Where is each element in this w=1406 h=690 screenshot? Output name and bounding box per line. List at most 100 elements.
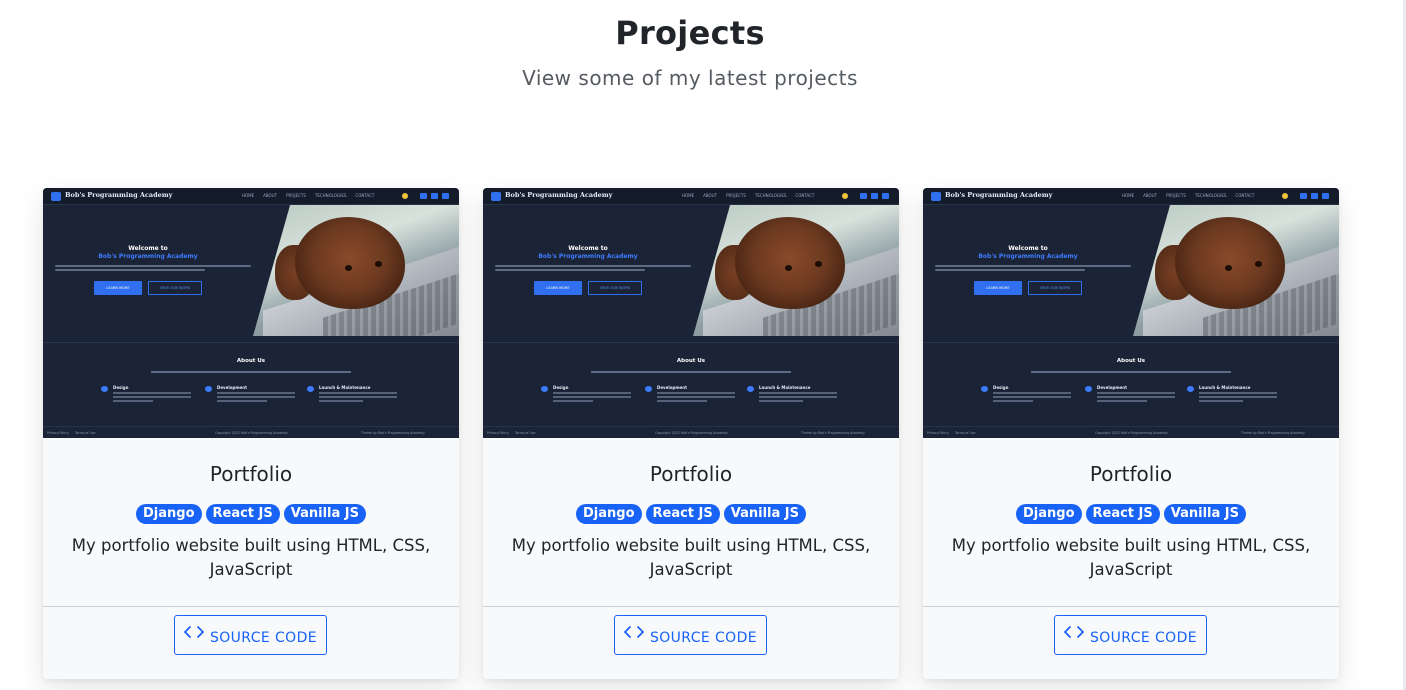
thumbnail-nav-link: TECHNOLOGIES [1194, 193, 1227, 198]
dog-laptop-photo [253, 205, 459, 336]
instagram-icon [1322, 193, 1329, 199]
card-divider [923, 606, 1339, 607]
project-title: Portfolio [649, 462, 733, 486]
thumbnail-nav-link: ABOUT [1143, 193, 1158, 198]
tech-badges: Django React JS Vanilla JS [923, 504, 1339, 524]
project-card: Bob's Programming Academy HOME ABOUT PRO… [923, 188, 1339, 679]
thumbnail-welcome-name: Bob's Programming Academy [978, 253, 1078, 260]
thumbnail-text-lines [935, 265, 1131, 273]
thumbnail-learn-more: LEARN MORE [94, 281, 142, 295]
thumbnail-brand: Bob's Programming Academy [945, 191, 1053, 199]
tech-badge: Django [135, 504, 202, 524]
thumbnail-learn-more: LEARN MORE [534, 281, 582, 295]
card-divider [43, 606, 459, 607]
palette-icon [981, 386, 988, 392]
tech-badge: React JS [645, 504, 720, 524]
source-code-button[interactable]: SOURCE CODE [614, 615, 767, 655]
source-code-label: SOURCE CODE [209, 629, 318, 646]
card-divider [483, 606, 899, 607]
thumbnail-learn-more: LEARN MORE [974, 281, 1022, 295]
thumbnail-nav-link: CONTACT [355, 193, 375, 198]
thumbnail-welcome: Welcome to [1008, 245, 1048, 252]
thumbnail-navbar: Bob's Programming Academy HOME ABOUT PRO… [43, 188, 459, 205]
thumbnail-nav-link: PROJECTS [726, 193, 746, 198]
thumbnail-logo-icon [51, 192, 61, 201]
project-title: Portfolio [1089, 462, 1173, 486]
palette-icon [541, 386, 548, 392]
project-thumbnail[interactable]: Bob's Programming Academy HOME ABOUT PRO… [483, 188, 899, 438]
thumbnail-nav-link: CONTACT [1235, 193, 1255, 198]
thumbnail-nav-link: HOME [242, 193, 255, 198]
thumbnail-nav-link: HOME [1122, 193, 1135, 198]
thumbnail-view-work: VIEW OUR WORK [148, 281, 202, 295]
thumbnail-footer: Privacy Policy Terms of Use Copyright 20… [483, 426, 899, 438]
tech-badge: Vanilla JS [283, 504, 366, 524]
thumbnail-welcome: Welcome to [128, 245, 168, 252]
instagram-icon [882, 193, 889, 199]
thumbnail-logo-icon [491, 192, 501, 201]
linkedin-icon [871, 193, 878, 199]
youtube-icon [1300, 193, 1307, 199]
tech-badge: Vanilla JS [723, 504, 806, 524]
code-icon [1085, 386, 1092, 392]
instagram-icon [442, 193, 449, 199]
thumbnail-nav-link: CONTACT [795, 193, 815, 198]
thumbnail-nav-link: PROJECTS [1166, 193, 1186, 198]
thumbnail-about-title: About Us [236, 358, 266, 364]
code-icon [205, 386, 212, 392]
tech-badge: Django [575, 504, 642, 524]
sun-icon [842, 193, 848, 199]
project-card: Bob's Programming Academy HOME ABOUT PRO… [43, 188, 459, 679]
thumbnail-welcome-name: Bob's Programming Academy [538, 253, 638, 260]
thumbnail-logo-icon [931, 192, 941, 201]
source-code-button[interactable]: SOURCE CODE [174, 615, 327, 655]
thumbnail-welcome-name: Bob's Programming Academy [98, 253, 198, 260]
tech-badge: Django [1015, 504, 1082, 524]
thumbnail-footer: Privacy Policy Terms of Use Copyright 20… [923, 426, 1339, 438]
thumbnail-nav-link: HOME [682, 193, 695, 198]
gear-icon [307, 386, 314, 392]
thumbnail-nav-link: ABOUT [263, 193, 278, 198]
gear-icon [747, 386, 754, 392]
thumbnail-brand: Bob's Programming Academy [65, 191, 173, 199]
sun-icon [402, 193, 408, 199]
thumbnail-footer: Privacy Policy Terms of Use Copyright 20… [43, 426, 459, 438]
thumbnail-nav-link: ABOUT [703, 193, 718, 198]
thumbnail-navbar: Bob's Programming Academy HOME ABOUT PRO… [923, 188, 1339, 205]
source-code-button[interactable]: SOURCE CODE [1054, 615, 1207, 655]
thumbnail-text-lines [55, 265, 251, 273]
project-description: My portfolio website built using HTML, C… [511, 536, 871, 579]
source-code-label: SOURCE CODE [1089, 629, 1198, 646]
tech-badge: Vanilla JS [1163, 504, 1246, 524]
project-thumbnail[interactable]: Bob's Programming Academy HOME ABOUT PRO… [43, 188, 459, 438]
palette-icon [101, 386, 108, 392]
code-icon [645, 386, 652, 392]
sun-icon [1282, 193, 1288, 199]
source-code-label: SOURCE CODE [649, 629, 758, 646]
thumbnail-view-work: VIEW OUR WORK [1028, 281, 1082, 295]
page-subtitle: View some of my latest projects [522, 66, 858, 90]
project-description: My portfolio website built using HTML, C… [71, 536, 431, 579]
project-description: My portfolio website built using HTML, C… [951, 536, 1311, 579]
thumbnail-welcome: Welcome to [568, 245, 608, 252]
thumbnail-nav-link: PROJECTS [286, 193, 306, 198]
gear-icon [1187, 386, 1194, 392]
linkedin-icon [431, 193, 438, 199]
project-title: Portfolio [209, 462, 293, 486]
tech-badge: React JS [205, 504, 280, 524]
thumbnail-about-title: About Us [1116, 358, 1146, 364]
thumbnail-nav-link: TECHNOLOGIES [314, 193, 347, 198]
linkedin-icon [1311, 193, 1318, 199]
thumbnail-text-lines [495, 265, 691, 273]
thumbnail-nav-link: TECHNOLOGIES [754, 193, 787, 198]
tech-badge: React JS [1085, 504, 1160, 524]
code-icon [1064, 626, 1084, 638]
project-thumbnail[interactable]: Bob's Programming Academy HOME ABOUT PRO… [923, 188, 1339, 438]
code-icon [184, 626, 204, 638]
thumbnail-navbar: Bob's Programming Academy HOME ABOUT PRO… [483, 188, 899, 205]
thumbnail-view-work: VIEW OUR WORK [588, 281, 642, 295]
page-title: Projects [615, 14, 765, 52]
thumbnail-brand: Bob's Programming Academy [505, 191, 613, 199]
projects-header: Projects View some of my latest projects [0, 0, 1380, 90]
dog-laptop-photo [1133, 205, 1339, 336]
